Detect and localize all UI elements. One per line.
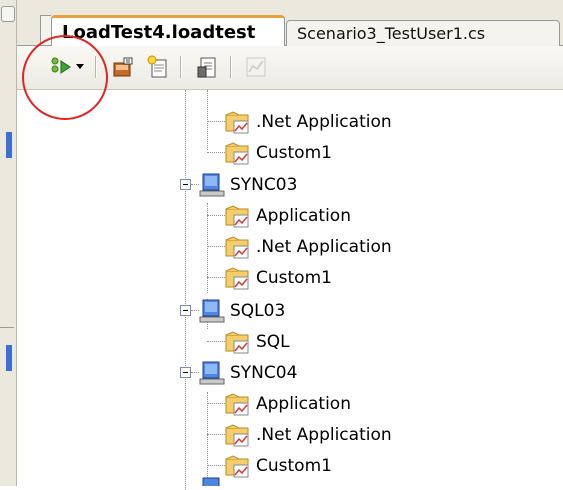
counter-category-icon	[225, 329, 251, 355]
counter-category-icon	[225, 265, 251, 291]
computer-icon	[199, 476, 225, 486]
tree-item-sql[interactable]: SQL	[207, 327, 290, 357]
toolbar-separator	[230, 56, 232, 78]
counter-category-icon	[225, 140, 251, 166]
tree-item-custom1[interactable]: Custom1	[207, 138, 332, 168]
add-scenario-button[interactable]	[145, 54, 171, 80]
tree-item-label: Custom1	[256, 143, 332, 163]
tree-line	[185, 90, 186, 490]
tree-item-computer-sync03[interactable]: SYNC03	[191, 170, 297, 200]
tree-item-label: Application	[256, 394, 351, 414]
tree-item-label: Custom1	[256, 456, 332, 476]
tree-item-label: Application	[256, 206, 351, 226]
counter-tree: .Net Application Custom1 SYNC03 Applicat…	[17, 90, 563, 490]
left-pane-edge	[0, 0, 17, 486]
graph-icon	[246, 57, 266, 77]
tree-item-net-application[interactable]: .Net Application	[207, 420, 392, 450]
computer-icon	[199, 172, 225, 198]
counter-category-icon	[225, 234, 251, 260]
add-scenario-icon	[147, 55, 167, 78]
counter-category-icon	[225, 109, 251, 135]
tree-item-custom1[interactable]: Custom1	[207, 263, 332, 293]
tree-item-application[interactable]: Application	[207, 389, 351, 419]
graph-button[interactable]	[243, 54, 269, 80]
counter-category-icon	[225, 203, 251, 229]
tree-item-net-application[interactable]: .Net Application	[207, 232, 392, 262]
computer-icon	[199, 298, 225, 324]
tab-label: LoadTest4.loadtest	[62, 21, 256, 43]
computer-icon	[199, 360, 225, 386]
counter-category-icon	[225, 453, 251, 479]
tree-item-label: SYNC04	[230, 363, 298, 383]
tree-item-custom1[interactable]: Custom1	[207, 451, 332, 481]
pane-pin-icon[interactable]	[1, 6, 15, 22]
properties-button[interactable]	[195, 54, 221, 80]
counter-category-icon	[225, 391, 251, 417]
collapse-toggle[interactable]	[180, 305, 191, 316]
collapse-toggle[interactable]	[180, 367, 191, 378]
pane-divider	[0, 327, 14, 328]
pane-indicator	[6, 132, 12, 158]
tree-item-computer-sql03[interactable]: SQL03	[191, 296, 285, 326]
collapse-toggle[interactable]	[180, 179, 191, 190]
counter-sets-icon	[113, 57, 133, 77]
manage-counter-sets-button[interactable]	[111, 54, 137, 80]
tree-item-label: .Net Application	[256, 237, 392, 257]
tree-item-label: SQL	[256, 332, 290, 352]
tree-item-label: SQL03	[230, 301, 286, 321]
counter-category-icon	[225, 422, 251, 448]
tree-item-application[interactable]: Application	[207, 201, 351, 231]
tree-item-computer-sync04[interactable]: SYNC04	[191, 358, 297, 388]
pane-indicator	[6, 345, 12, 371]
tree-item-label: .Net Application	[256, 112, 392, 132]
tab-label: Scenario3_TestUser1.cs	[297, 24, 486, 43]
annotation-circle	[22, 35, 108, 120]
tree-item-label: .Net Application	[256, 425, 392, 445]
tree-item-net-application[interactable]: .Net Application	[207, 107, 392, 137]
tree-item-label: Custom1	[256, 268, 332, 288]
toolbar-separator	[180, 56, 182, 78]
tab-scenario3-testuser1[interactable]: Scenario3_TestUser1.cs	[286, 20, 560, 46]
tree-item-label: SYNC03	[230, 175, 298, 195]
document-tab-strip: LoadTest4.loadtest Scenario3_TestUser1.c…	[17, 0, 563, 46]
properties-icon	[197, 57, 216, 78]
